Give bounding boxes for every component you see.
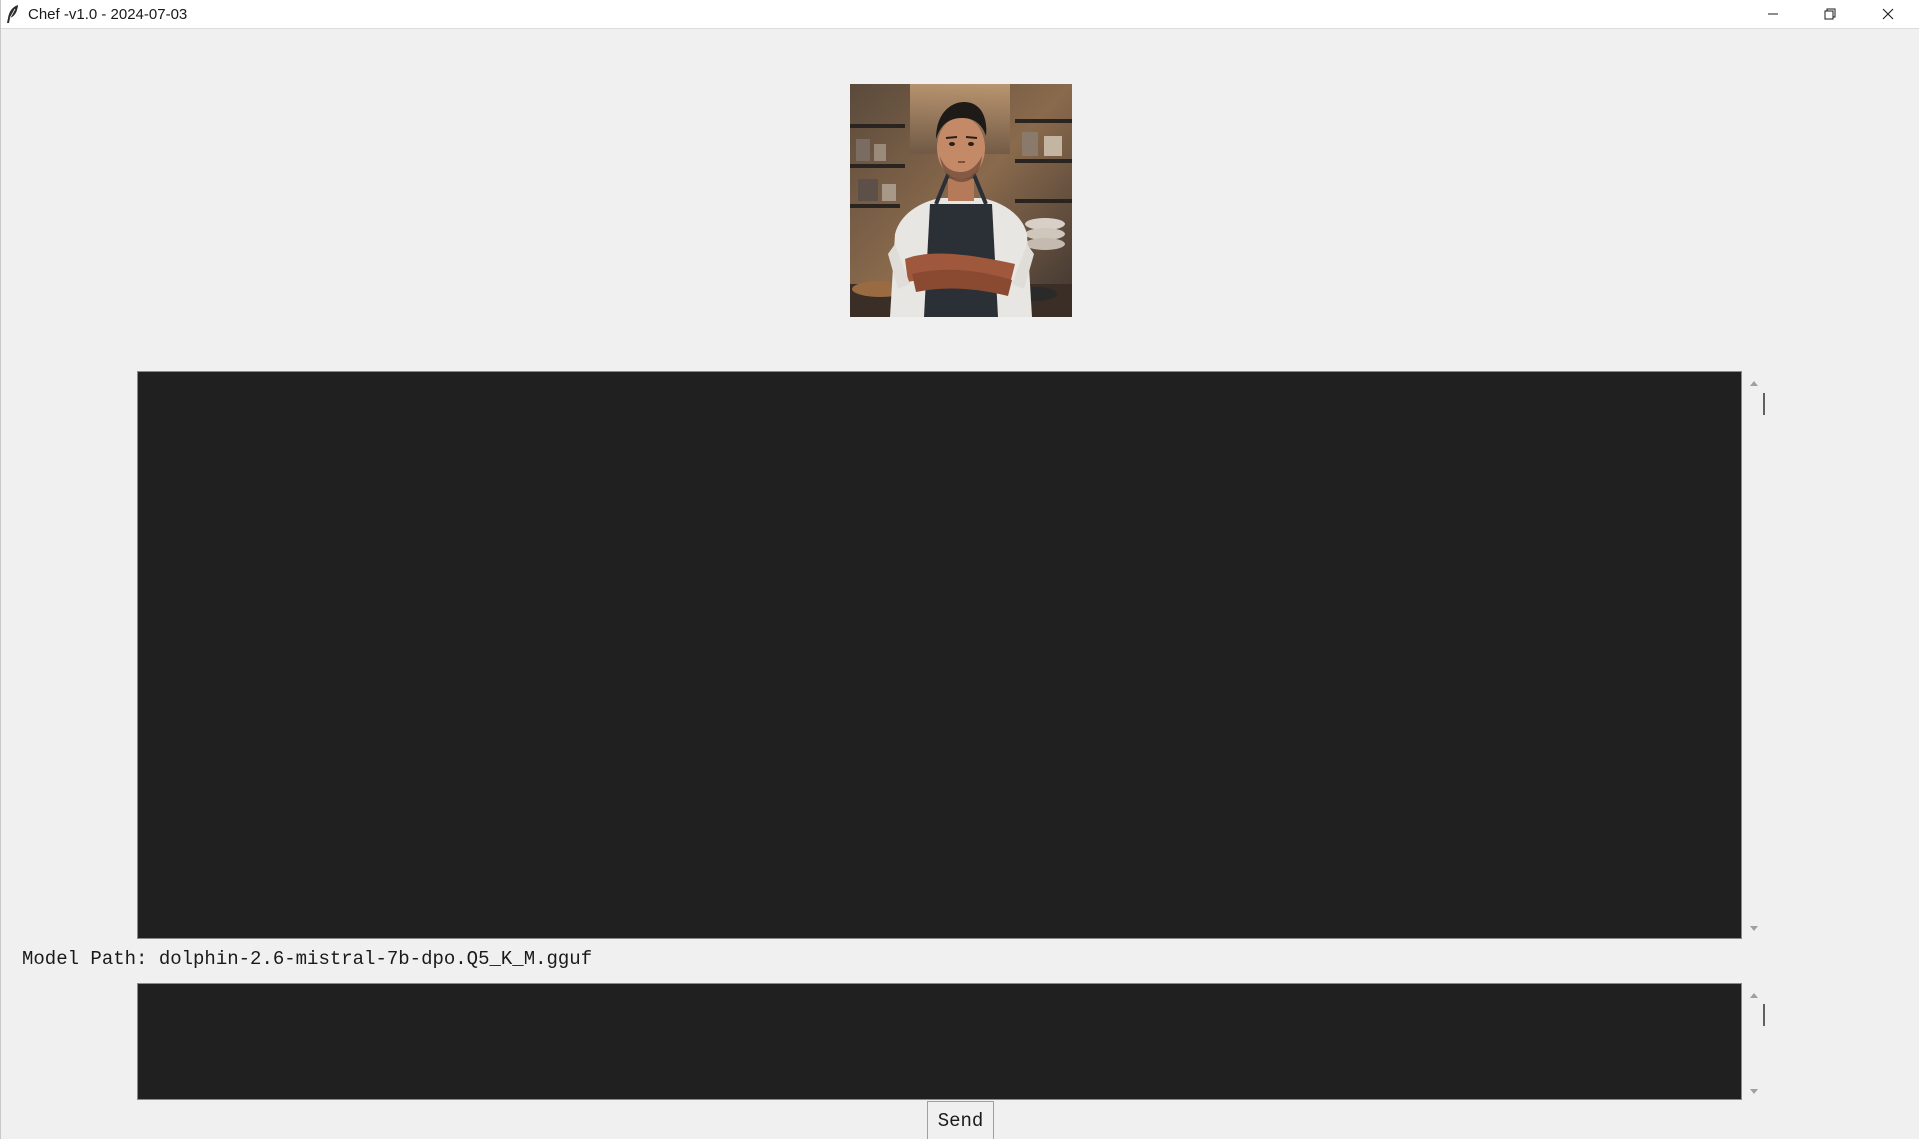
restore-icon — [1824, 8, 1836, 20]
close-icon — [1882, 8, 1894, 20]
chat-output-area[interactable] — [137, 371, 1742, 939]
title-bar[interactable]: Chef -v1.0 - 2024-07-03 — [1, 0, 1919, 29]
scroll-thumb[interactable] — [1763, 1004, 1765, 1026]
minimize-icon — [1767, 8, 1779, 20]
chef-portrait — [850, 84, 1072, 317]
minimize-button[interactable] — [1744, 0, 1802, 28]
scroll-thumb[interactable] — [1763, 393, 1765, 415]
model-path: Model Path: dolphin-2.6-mistral-7b-dpo.Q… — [22, 948, 592, 970]
feather-icon — [5, 4, 21, 24]
chat-output-scrollbar[interactable] — [1742, 371, 1766, 939]
window-title: Chef -v1.0 - 2024-07-03 — [28, 6, 188, 23]
chef-avatar-image — [850, 84, 1072, 317]
close-button[interactable] — [1859, 0, 1917, 28]
scroll-up-arrow-icon[interactable] — [1742, 375, 1766, 391]
restore-button[interactable] — [1801, 0, 1859, 28]
scroll-down-arrow-icon[interactable] — [1742, 1084, 1766, 1100]
scroll-down-arrow-icon[interactable] — [1742, 921, 1766, 937]
chat-input-scrollbar[interactable] — [1742, 983, 1766, 1100]
send-button[interactable]: Send — [927, 1101, 994, 1139]
chat-input-area[interactable] — [137, 983, 1742, 1100]
model-path-label: Model Path: — [22, 948, 148, 970]
scroll-up-arrow-icon[interactable] — [1742, 987, 1766, 1003]
model-path-value: dolphin-2.6-mistral-7b-dpo.Q5_K_M.gguf — [158, 948, 593, 970]
app-window: Chef -v1.0 - 2024-07-03 Model Path: dolp… — [0, 0, 1919, 1139]
